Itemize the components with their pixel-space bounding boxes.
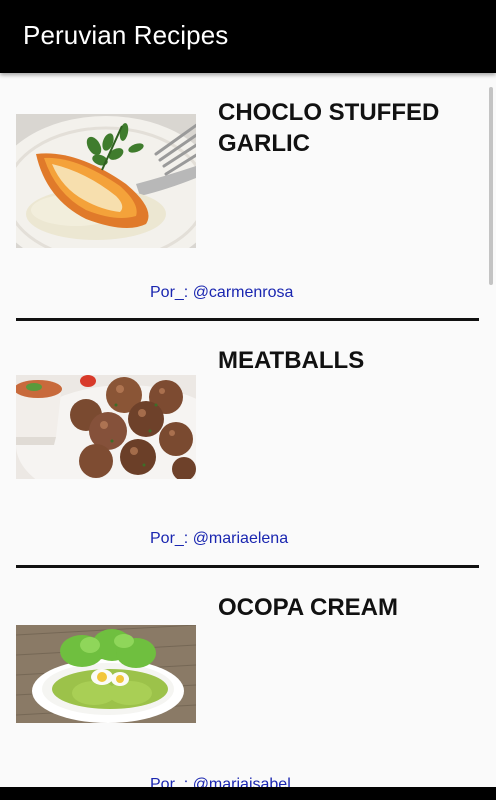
- recipe-title[interactable]: CHOCLO STUFFED GARLIC: [218, 97, 478, 159]
- recipe-image[interactable]: [16, 625, 196, 723]
- recipe-card[interactable]: CHOCLO STUFFED GARLIC Por_: @carmenrosa: [0, 73, 496, 320]
- recipe-author[interactable]: Por_: @carmenrosa: [150, 284, 293, 302]
- recipe-title[interactable]: OCOPA CREAM: [218, 592, 478, 623]
- recipe-card[interactable]: MEATBALLS Por_: @mariaelena: [0, 321, 496, 568]
- meatballs-image: [16, 375, 196, 479]
- app-title: Peruvian Recipes: [23, 20, 229, 50]
- recipe-title[interactable]: MEATBALLS: [218, 345, 478, 376]
- recipe-image[interactable]: [16, 114, 196, 248]
- recipe-list[interactable]: CHOCLO STUFFED GARLIC Por_: @carmenrosa: [0, 73, 496, 800]
- scrollbar[interactable]: [489, 87, 493, 285]
- recipe-author[interactable]: Por_: @mariaelena: [150, 530, 288, 548]
- recipe-card[interactable]: OCOPA CREAM Por_: @mariaisabel: [0, 568, 496, 800]
- app-bar: Peruvian Recipes: [0, 0, 496, 73]
- stuffed-choclo-image: [16, 114, 196, 248]
- recipe-image[interactable]: [16, 375, 196, 479]
- ocopa-cream-image: [16, 625, 196, 723]
- system-nav-bar: [0, 787, 496, 800]
